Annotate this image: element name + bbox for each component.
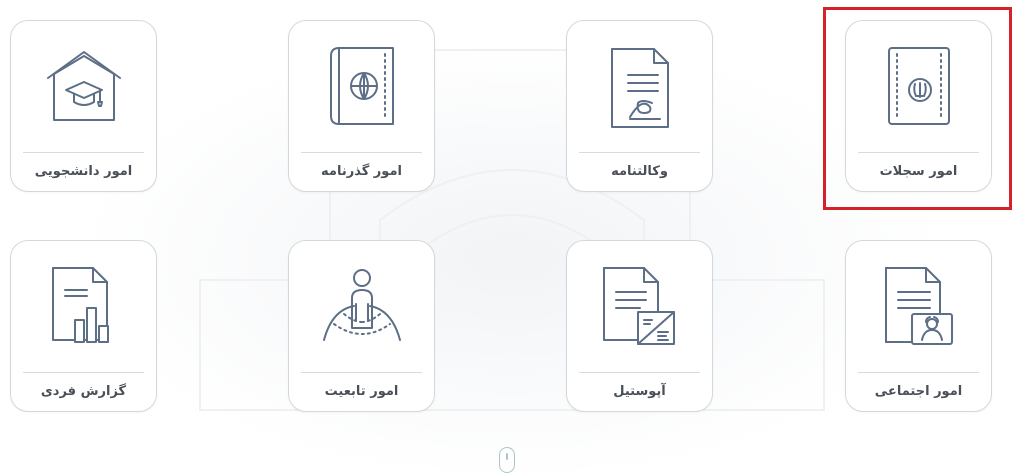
card-student-affairs[interactable]: امور دانشجویی (10, 20, 157, 192)
card-divider (858, 152, 979, 153)
card-citizenship-affairs[interactable]: امور تابعیت (288, 240, 435, 412)
signed-document-icon (567, 21, 712, 151)
card-label: امور سجلات (879, 164, 958, 179)
card-records-affairs[interactable]: امور سجلات (845, 20, 992, 192)
card-divider (579, 372, 700, 373)
card-power-of-attorney[interactable]: وکالتنامه (566, 20, 713, 192)
card-social-affairs[interactable]: امور اجتماعی (845, 240, 992, 412)
report-chart-icon (11, 241, 156, 371)
graduation-cap-icon (11, 21, 156, 151)
card-divider (858, 372, 979, 373)
card-apostille[interactable]: آپوستیل (566, 240, 713, 412)
document-stamp-icon (567, 241, 712, 371)
passport-emblem-icon (846, 21, 991, 151)
card-label: گزارش فردی (40, 384, 127, 399)
card-divider (579, 152, 700, 153)
card-label: امور تابعیت (324, 384, 399, 399)
document-id-card-icon (846, 241, 991, 371)
card-passport-affairs[interactable]: امور گذرنامه (288, 20, 435, 192)
card-label: امور گذرنامه (321, 164, 402, 179)
card-divider (301, 152, 422, 153)
card-label: امور دانشجویی (34, 164, 133, 179)
person-globe-icon (289, 241, 434, 371)
card-label: وکالتنامه (611, 164, 668, 179)
card-divider (23, 372, 144, 373)
card-individual-report[interactable]: گزارش فردی (10, 240, 157, 412)
card-divider (301, 372, 422, 373)
card-label: امور اجتماعی (874, 384, 963, 399)
card-divider (23, 152, 144, 153)
passport-globe-icon (289, 21, 434, 151)
card-label: آپوستیل (613, 384, 666, 399)
scroll-down-mouse-icon[interactable] (499, 447, 515, 473)
